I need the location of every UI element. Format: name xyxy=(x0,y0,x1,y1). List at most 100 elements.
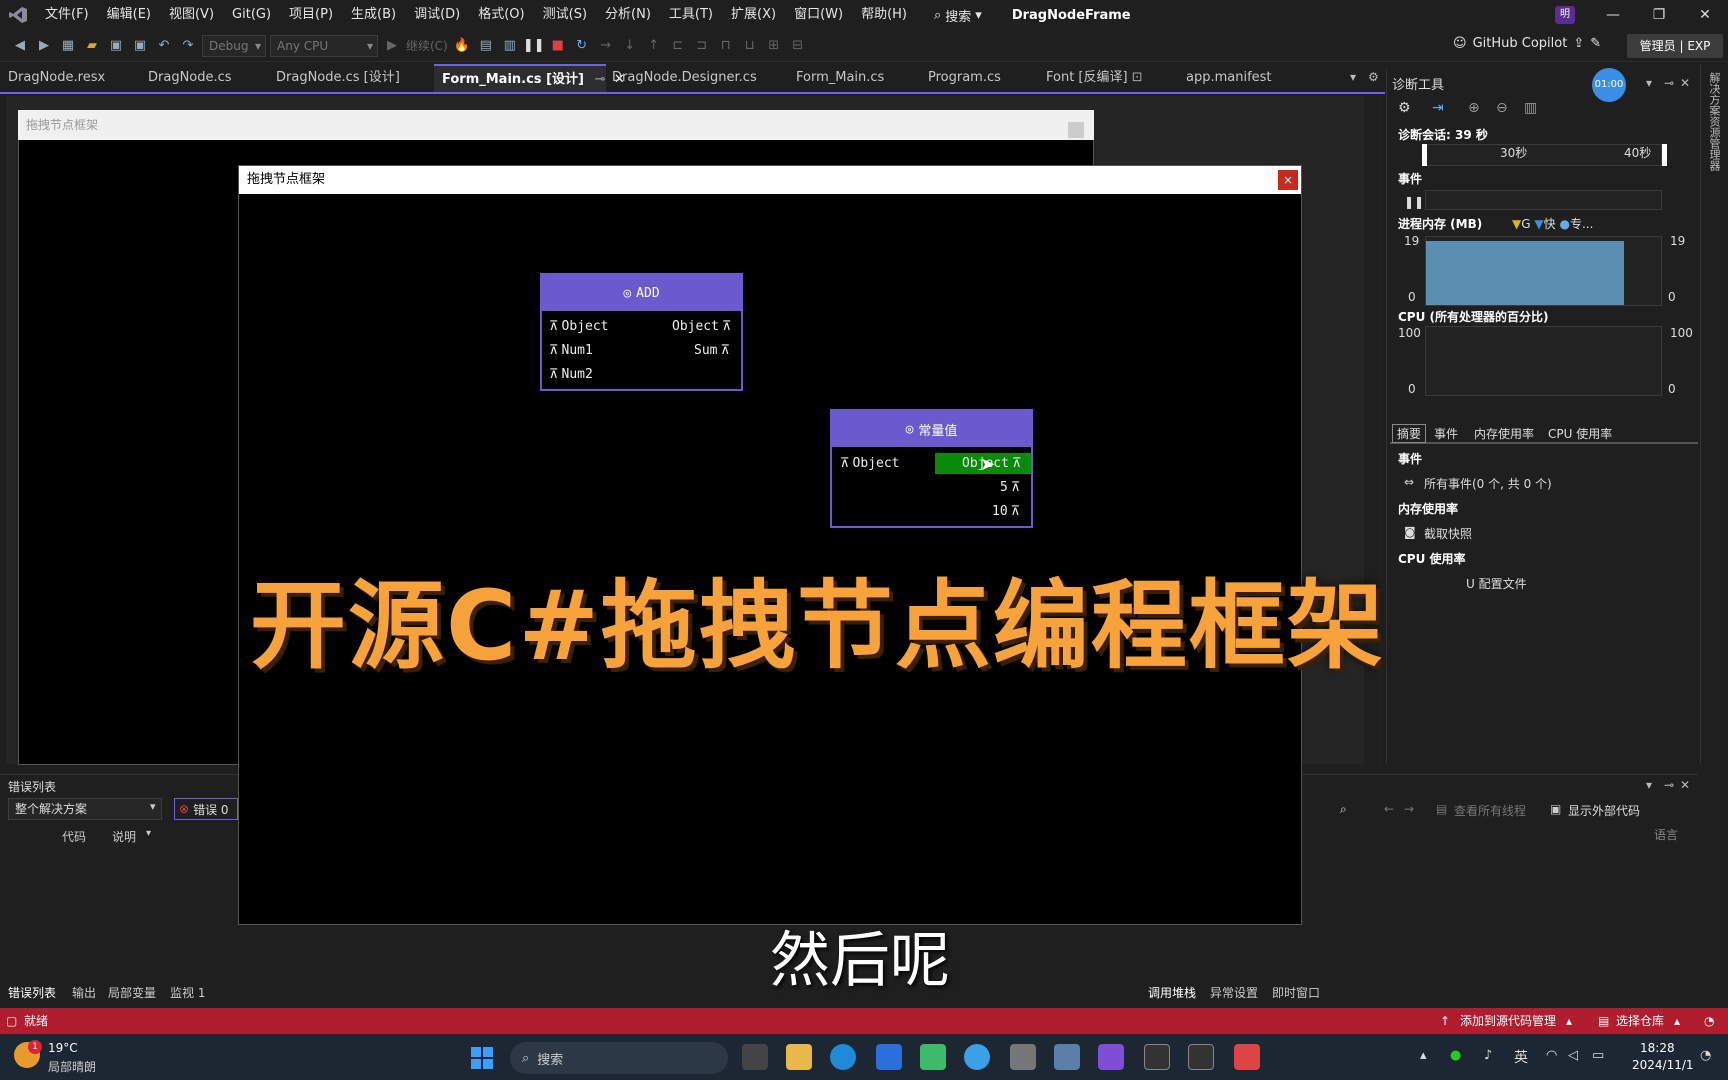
menu-extensions[interactable]: 扩展(X) xyxy=(722,0,785,30)
select-repository-button[interactable]: 选择仓库 xyxy=(1616,1008,1664,1034)
github-copilot-button[interactable]: ☺ GitHub Copilot ⇪ ✎ xyxy=(1453,36,1601,51)
pause-icon[interactable]: ❚❚ xyxy=(523,36,545,56)
tray-app-icon[interactable]: ● xyxy=(1450,1048,1461,1063)
pause-events-icon[interactable]: ❚❚ xyxy=(1404,195,1424,209)
panel-dropdown-icon[interactable]: ▾ xyxy=(1646,76,1652,90)
align-top-icon[interactable]: ⊔ xyxy=(740,36,760,56)
tab-dragnode-designer-cs[interactable]: DragNode.Designer.cs xyxy=(604,64,788,92)
column-description[interactable]: 说明 xyxy=(112,828,136,845)
tab-dragnode-design[interactable]: DragNode.cs [设计] xyxy=(268,64,434,92)
close-icon[interactable]: × xyxy=(1278,170,1298,190)
solution-explorer-tab[interactable]: 解决方案资源管理器 xyxy=(1706,72,1722,171)
tab-settings-gear-icon[interactable]: ⚙ xyxy=(1368,70,1379,84)
continue-button[interactable]: 继续(C) xyxy=(406,37,448,54)
bottom-tab-error-list[interactable]: 错误列表 xyxy=(8,984,56,1001)
node-add-input-port[interactable]: ⊼ Num1 xyxy=(549,343,593,358)
error-scope-select[interactable]: 整个解决方案 xyxy=(8,798,162,820)
panel-pin-icon[interactable]: ⊸ xyxy=(1664,76,1674,90)
zoom-out-icon[interactable]: ⊖ xyxy=(1496,100,1508,116)
search-icon[interactable]: ⌕ xyxy=(1340,802,1347,817)
microphone-icon[interactable]: ♪ xyxy=(1484,1048,1492,1063)
bottom-tab-watch[interactable]: 监视 1 xyxy=(170,984,205,1001)
restore-icon[interactable]: ❐ xyxy=(1636,7,1682,23)
all-events-link[interactable]: 所有事件(0 个, 共 0 个) xyxy=(1424,475,1552,492)
platform-select[interactable]: Any CPU xyxy=(270,34,378,57)
add-to-source-control-button[interactable]: 添加到源代码管理 xyxy=(1460,1008,1556,1034)
edge-browser-icon[interactable] xyxy=(830,1044,856,1070)
tab-form-main-design[interactable]: Form_Main.cs [设计] ⊸ ✕ xyxy=(434,64,625,92)
close-icon[interactable]: ✕ xyxy=(1682,7,1728,23)
clock-time[interactable]: 18:28 xyxy=(1640,1041,1675,1055)
visual-studio-logo-icon[interactable] xyxy=(0,0,36,30)
notification-center-icon[interactable]: ◔ xyxy=(1700,1048,1711,1063)
app-blue-icon[interactable] xyxy=(964,1044,990,1070)
column-language[interactable]: 语言 xyxy=(1654,826,1678,843)
battery-icon[interactable]: ▭ xyxy=(1592,1048,1604,1063)
menu-window[interactable]: 窗口(W) xyxy=(785,0,852,30)
back-icon[interactable]: ◀ xyxy=(10,36,30,56)
running-app-icon[interactable] xyxy=(1234,1044,1260,1070)
save-icon[interactable]: ▣ xyxy=(106,36,126,56)
minimize-icon[interactable]: — xyxy=(1590,7,1636,23)
search-menu[interactable]: ⌕ 搜索 ▾ xyxy=(934,6,982,25)
ime-indicator[interactable]: 英 xyxy=(1514,1047,1528,1067)
tab-memory-usage[interactable]: 内存使用率 xyxy=(1474,425,1534,442)
node-constant-output-port[interactable]: 5 ⊼ xyxy=(1000,480,1020,495)
drag-node-window[interactable] xyxy=(238,165,1302,925)
bottom-tab-immediate[interactable]: 即时窗口 xyxy=(1272,984,1320,1001)
menu-tools[interactable]: 工具(T) xyxy=(660,0,722,30)
menu-analyze[interactable]: 分析(N) xyxy=(596,0,660,30)
back-arrow-icon[interactable]: ← xyxy=(1384,802,1394,816)
forward-arrow-icon[interactable]: → xyxy=(1404,802,1414,816)
app-window-icon[interactable] xyxy=(1188,1044,1214,1070)
new-project-icon[interactable]: ▦ xyxy=(58,36,78,56)
menu-edit[interactable]: 编辑(E) xyxy=(98,0,160,30)
panel-close-icon[interactable]: ✕ xyxy=(1680,778,1690,792)
configuration-select[interactable]: Debug xyxy=(202,34,266,57)
step-out-icon[interactable]: ↑ xyxy=(644,36,664,56)
tab-list-dropdown-icon[interactable]: ▾ xyxy=(1350,70,1356,84)
view-all-threads-button[interactable]: 查看所有线程 xyxy=(1454,802,1526,819)
store-icon[interactable] xyxy=(876,1044,902,1070)
export-icon[interactable]: ⇥ xyxy=(1432,100,1444,116)
align-left-icon[interactable]: ⊏ xyxy=(668,36,688,56)
node-add-input-port[interactable]: ⊼ Num2 xyxy=(549,367,593,382)
user-avatar[interactable]: 明 xyxy=(1555,6,1575,24)
show-external-code-button[interactable]: 显示外部代码 xyxy=(1568,802,1640,819)
taskbar-search-box[interactable]: ⌕ 搜索 xyxy=(510,1042,728,1074)
undo-icon[interactable]: ↶ xyxy=(154,36,174,56)
column-code[interactable]: 代码 xyxy=(62,828,86,845)
bottom-tab-locals[interactable]: 局部变量 xyxy=(108,984,156,1001)
tab-summary[interactable]: 摘要 xyxy=(1392,424,1427,443)
photos-icon[interactable] xyxy=(1054,1044,1080,1070)
calculator-icon[interactable] xyxy=(1010,1044,1036,1070)
step-over-icon[interactable]: ↓ xyxy=(620,36,640,56)
visual-studio-icon[interactable] xyxy=(1098,1044,1124,1070)
panel-dropdown-icon[interactable]: ▾ xyxy=(1646,778,1652,792)
panel-close-icon[interactable]: ✕ xyxy=(1680,76,1690,90)
align-center-icon[interactable]: ⊐ xyxy=(692,36,712,56)
errors-filter-button[interactable]: ⊗ 错误 0 xyxy=(174,798,238,820)
tab-dragnode-cs[interactable]: DragNode.cs xyxy=(140,64,268,92)
tab-font-decompiled[interactable]: Font [反编译] ⊡ xyxy=(1038,64,1184,92)
menu-build[interactable]: 生成(B) xyxy=(342,0,405,30)
redo-icon[interactable]: ↷ xyxy=(178,36,198,56)
node-constant-header[interactable]: ◎ 常量值 xyxy=(832,411,1031,447)
browser-link-icon[interactable]: ▤ xyxy=(476,36,496,56)
tab-form-main-cs[interactable]: Form_Main.cs xyxy=(788,64,920,92)
layout-icon[interactable]: ▥ xyxy=(500,36,520,56)
tab-program-cs[interactable]: Program.cs xyxy=(920,64,1038,92)
bottom-tab-call-stack[interactable]: 调用堆栈 xyxy=(1148,984,1196,1001)
wifi-icon[interactable]: ◠ xyxy=(1546,1048,1557,1063)
continue-play-icon[interactable]: ▶ xyxy=(382,36,402,56)
menu-view[interactable]: 视图(V) xyxy=(160,0,223,30)
timeline-start-handle[interactable] xyxy=(1422,144,1427,166)
forward-icon[interactable]: ▶ xyxy=(34,36,54,56)
notifications-bell-icon[interactable]: ◔ xyxy=(1704,1008,1714,1034)
file-explorer-icon[interactable] xyxy=(786,1044,812,1070)
spacing-icon[interactable]: ⊟ xyxy=(788,36,808,56)
node-add-input-port[interactable]: ⊼ Object xyxy=(549,319,608,334)
terminal-icon[interactable] xyxy=(1144,1044,1170,1070)
bottom-tab-exception-settings[interactable]: 异常设置 xyxy=(1210,984,1258,1001)
node-constant-input-port[interactable]: ⊼ Object xyxy=(840,456,899,471)
